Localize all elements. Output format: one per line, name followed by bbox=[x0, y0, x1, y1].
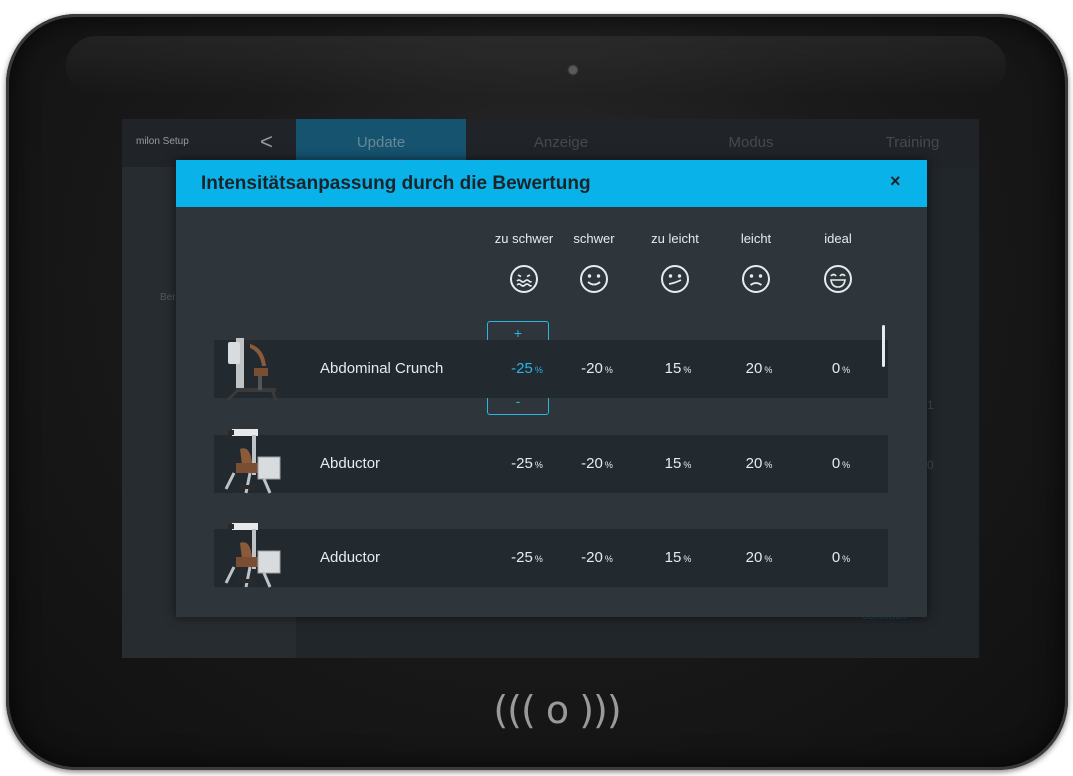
front-camera bbox=[569, 66, 577, 74]
machine-name: Adductor bbox=[320, 549, 381, 566]
value-cell[interactable]: 15% bbox=[638, 549, 718, 566]
value-cell[interactable]: 15% bbox=[638, 360, 718, 377]
value-cell[interactable]: 0% bbox=[801, 549, 881, 566]
column-label: leicht bbox=[740, 231, 772, 246]
adductor-machine-image bbox=[224, 523, 281, 588]
machine-name: Abductor bbox=[320, 455, 381, 472]
abdominal-crunch-machine-image bbox=[226, 338, 278, 402]
modal-title: Intensitätsanpassung durch die Bewertung bbox=[201, 173, 591, 194]
value-cell[interactable]: -25% bbox=[487, 455, 567, 472]
value-cell[interactable]: 20% bbox=[719, 360, 799, 377]
close-button[interactable]: × bbox=[890, 171, 901, 192]
value-cell[interactable]: -25% bbox=[487, 360, 567, 377]
value-cell[interactable]: 20% bbox=[719, 455, 799, 472]
wavy-mouth-face-icon bbox=[510, 265, 538, 293]
frown-face-icon bbox=[742, 265, 770, 293]
scrollbar[interactable] bbox=[882, 325, 885, 367]
nfc-reader-icon: ((( o ))) bbox=[493, 688, 621, 732]
machine-name: Abdominal Crunch bbox=[320, 360, 444, 377]
grin-face-icon bbox=[824, 265, 852, 293]
column-label: ideal bbox=[824, 231, 852, 246]
column-label: schwer bbox=[573, 231, 615, 246]
table-row[interactable]: Abductor -25% -20% 15% 20% 0% bbox=[214, 429, 888, 494]
column-label: zu schwer bbox=[494, 231, 554, 246]
intensity-modal: Intensitätsanpassung durch die Bewertung… bbox=[176, 160, 927, 617]
value-cell[interactable]: -20% bbox=[557, 360, 637, 377]
modal-header: Intensitätsanpassung durch die Bewertung… bbox=[176, 160, 927, 207]
value-cell[interactable]: 15% bbox=[638, 455, 718, 472]
slight-smile-face-icon bbox=[580, 265, 608, 293]
abductor-machine-image bbox=[224, 429, 281, 494]
value-cell[interactable]: 0% bbox=[801, 360, 881, 377]
value-cell[interactable]: -25% bbox=[487, 549, 567, 566]
column-label: zu leicht bbox=[651, 231, 699, 246]
device-gloss bbox=[66, 36, 1006, 96]
value-cell[interactable]: -20% bbox=[557, 549, 637, 566]
value-cell[interactable]: 20% bbox=[719, 549, 799, 566]
table-row[interactable]: Abdominal Crunch -25% -20% 15% 20% 0% bbox=[214, 338, 888, 402]
app-screen: milon Setup < Update Anzeige Modus Train… bbox=[122, 119, 979, 658]
value-cell[interactable]: -20% bbox=[557, 455, 637, 472]
table-row[interactable]: Adductor -25% -20% 15% 20% 0% bbox=[214, 523, 888, 588]
skeptical-face-icon bbox=[661, 265, 689, 293]
value-cell[interactable]: 0% bbox=[801, 455, 881, 472]
